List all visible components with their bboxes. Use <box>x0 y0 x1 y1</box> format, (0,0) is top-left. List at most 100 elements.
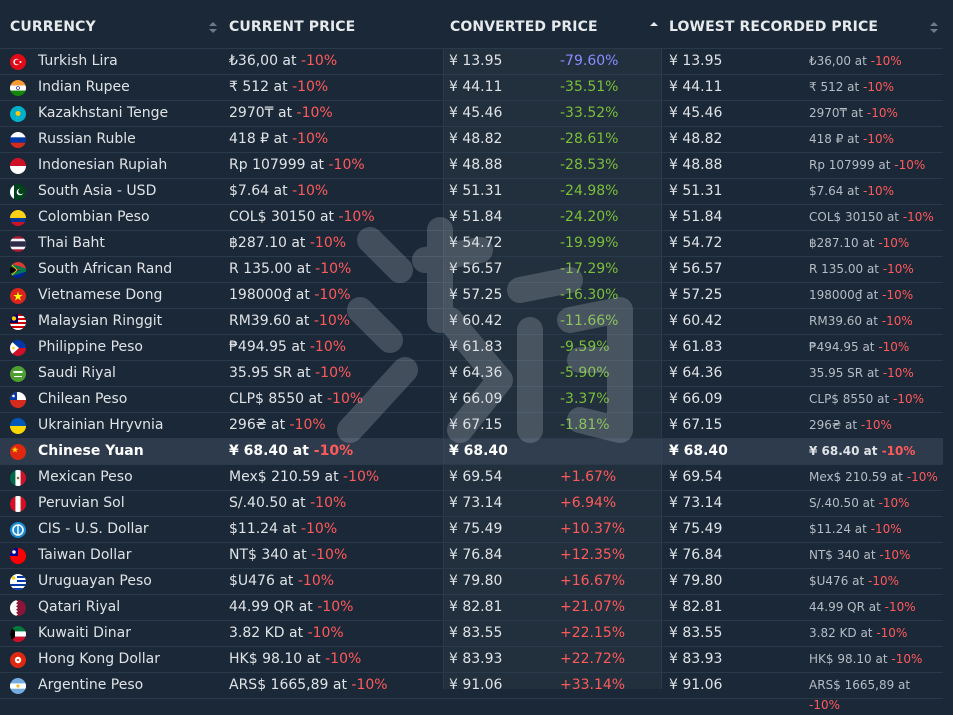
table-row[interactable]: Qatari Riyal 44.99 QR at -10% ¥ 82.81 +21.0… <box>0 595 943 621</box>
current-price: 296₴ at -10% <box>229 413 326 438</box>
table-row[interactable]: Mexican Peso Mex$ 210.59 at -10% ¥ 69.54 +1… <box>0 465 943 491</box>
lowest-price-original: R 135.00 at <box>809 262 883 276</box>
current-price: ₱494.95 at -10% <box>229 335 346 360</box>
table-row[interactable]: Thai Baht ฿287.10 at -10% ¥ 54.72 -19.99% ¥ … <box>0 231 943 257</box>
table-row[interactable]: Vietnamese Dong 198000₫ at -10% ¥ 57.25 -16… <box>0 283 943 309</box>
price-comparison-table: CURRENCY CURRENT PRICE CONVERTED PRICE L… <box>0 0 953 712</box>
converted-price: ¥ 64.36 <box>449 365 503 381</box>
lowest-price-detail: 3.82 KD at -10% <box>809 621 907 646</box>
philippines-flag-icon <box>10 340 26 356</box>
currency-name: Taiwan Dollar <box>38 547 132 563</box>
table-row[interactable]: Turkish Lira ₺36,00 at -10% ¥ 13.95 -79.60%… <box>0 48 943 75</box>
discount-badge: -10% <box>315 365 352 381</box>
header-lowest-recorded-price[interactable]: LOWEST RECORDED PRICE <box>669 19 878 35</box>
lowest-price: ¥ 57.25 <box>669 287 723 303</box>
lowest-price: ¥ 79.80 <box>669 573 723 589</box>
converted-price: ¥ 73.14 <box>449 495 503 511</box>
currency-name: Kuwaiti Dinar <box>38 625 131 641</box>
table-row[interactable]: Ukrainian Hryvnia 296₴ at -10% ¥ 67.15 -1.8… <box>0 413 943 439</box>
price-difference-percent: -9.59% <box>560 339 610 355</box>
table-row[interactable]: Kazakhstani Tenge 2970₸ at -10% ¥ 45.46 -33… <box>0 101 943 127</box>
sort-icon[interactable] <box>209 22 217 34</box>
table-row[interactable]: Taiwan Dollar NT$ 340 at -10% ¥ 76.84 +12.3… <box>0 543 943 569</box>
current-price-value: ₱494.95 at <box>229 339 310 355</box>
sort-icon[interactable] <box>930 22 938 34</box>
current-price: 44.99 QR at -10% <box>229 595 353 620</box>
price-difference-percent: -5.90% <box>560 365 610 381</box>
current-price-value: RM39.60 at <box>229 313 314 329</box>
table-row[interactable]: Chilean Peso CLP$ 8550 at -10% ¥ 66.09 -3.3… <box>0 387 943 413</box>
currency-name: Kazakhstani Tenge <box>38 105 169 121</box>
lowest-price: ¥ 91.06 <box>669 677 723 693</box>
currency-name: Peruvian Sol <box>38 495 125 511</box>
price-difference-percent: -3.37% <box>560 391 610 407</box>
header-currency[interactable]: CURRENCY <box>10 19 96 35</box>
table-row[interactable]: Hong Kong Dollar HK$ 98.10 at -10% ¥ 83.93… <box>0 647 943 673</box>
price-difference-percent: -33.52% <box>560 105 619 121</box>
price-difference-percent: -11.66% <box>560 313 619 329</box>
table-row[interactable]: Uruguayan Peso $U476 at -10% ¥ 79.80 +16.67… <box>0 569 943 595</box>
converted-price: ¥ 68.40 <box>449 443 508 459</box>
table-row[interactable]: Chinese Yuan ¥ 68.40 at -10% ¥ 68.40 ¥ 68.4… <box>0 439 943 465</box>
price-difference-percent: -79.60% <box>560 53 619 69</box>
table-row[interactable]: Peruvian Sol S/.40.50 at -10% ¥ 73.14 +6.94… <box>0 491 943 517</box>
price-difference-percent: +22.15% <box>560 625 626 641</box>
lowest-discount-badge: -10% <box>882 366 914 380</box>
lowest-discount-badge: -10% <box>863 184 895 198</box>
table-row[interactable]: Colombian Peso COL$ 30150 at -10% ¥ 51.84 -… <box>0 205 943 231</box>
current-price: Mex$ 210.59 at -10% <box>229 465 379 490</box>
lowest-discount-badge: -10% <box>860 418 892 432</box>
table-row[interactable]: Philippine Peso ₱494.95 at -10% ¥ 61.83 -9.… <box>0 335 943 361</box>
table-row[interactable]: Kuwaiti Dinar 3.82 KD at -10% ¥ 83.55 +22.1… <box>0 621 943 647</box>
currency-name: Russian Ruble <box>38 131 136 147</box>
converted-price: ¥ 76.84 <box>449 547 503 563</box>
table-row[interactable]: Russian Ruble 418 ₽ at -10% ¥ 48.82 -28.61%… <box>0 127 943 153</box>
lowest-price: ¥ 45.46 <box>669 105 723 121</box>
current-price: NT$ 340 at -10% <box>229 543 347 568</box>
table-row[interactable]: Argentine Peso ARS$ 1665,89 at -10% ¥ 91.0… <box>0 673 943 712</box>
lowest-price-detail: COL$ 30150 at -10% <box>809 205 934 230</box>
table-row[interactable]: Indonesian Rupiah Rp 107999 at -10% ¥ 48.8… <box>0 153 943 179</box>
lowest-price: ¥ 44.11 <box>669 79 723 95</box>
current-price: 2970₸ at -10% <box>229 101 333 126</box>
current-price-value: HK$ 98.10 at <box>229 651 326 667</box>
lowest-discount-badge: -10% <box>878 236 910 250</box>
table-row[interactable]: Indian Rupee ₹ 512 at -10% ¥ 44.11 -35.51% ¥… <box>0 75 943 101</box>
header-converted-price[interactable]: CONVERTED PRICE <box>450 19 598 35</box>
table-row[interactable]: South African Rand R 135.00 at -10% ¥ 56.5… <box>0 257 943 283</box>
current-price: ¥ 68.40 at -10% <box>229 439 353 464</box>
lowest-price: ¥ 51.31 <box>669 183 723 199</box>
table-row[interactable]: CIS - U.S. Dollar $11.24 at -10% ¥ 75.49 +1… <box>0 517 943 543</box>
lowest-price-original: 3.82 KD at <box>809 626 877 640</box>
lowest-price: ¥ 68.40 <box>669 443 728 459</box>
lowest-price: ¥ 67.15 <box>669 417 723 433</box>
current-price: 3.82 KD at -10% <box>229 621 344 646</box>
current-price: CLP$ 8550 at -10% <box>229 387 363 412</box>
lowest-price: ¥ 60.42 <box>669 313 723 329</box>
price-difference-percent: +21.07% <box>560 599 626 615</box>
colombia-flag-icon <box>10 210 26 226</box>
lowest-price-original: 418 ₽ at <box>809 132 864 146</box>
lowest-price-original: 2970₸ at <box>809 106 867 120</box>
vietnam-flag-icon <box>10 288 26 304</box>
converted-price: ¥ 91.06 <box>449 677 503 693</box>
converted-price: ¥ 51.31 <box>449 183 503 199</box>
sort-ascending-icon[interactable] <box>650 22 658 34</box>
price-difference-percent: +22.72% <box>560 651 626 667</box>
lowest-price: ¥ 64.36 <box>669 365 723 381</box>
table-row[interactable]: Saudi Riyal 35.95 SR at -10% ¥ 64.36 -5.90%… <box>0 361 943 387</box>
currency-name: Colombian Peso <box>38 209 150 225</box>
lowest-price-detail: Mex$ 210.59 at -10% <box>809 465 938 490</box>
lowest-price-detail: 418 ₽ at -10% <box>809 127 894 152</box>
table-row[interactable]: Malaysian Ringgit RM39.60 at -10% ¥ 60.42 -… <box>0 309 943 335</box>
converted-price: ¥ 67.15 <box>449 417 503 433</box>
price-difference-percent: +1.67% <box>560 469 617 485</box>
table-row[interactable]: South Asia - USD $7.64 at -10% ¥ 51.31 -24.… <box>0 179 943 205</box>
header-current-price[interactable]: CURRENT PRICE <box>229 19 355 35</box>
lowest-price: ¥ 83.93 <box>669 651 723 667</box>
current-price-value: $U476 at <box>229 573 298 589</box>
lowest-price-original: Mex$ 210.59 at <box>809 470 907 484</box>
converted-price: ¥ 66.09 <box>449 391 503 407</box>
ukraine-flag-icon <box>10 418 26 434</box>
converted-price: ¥ 13.95 <box>449 53 503 69</box>
